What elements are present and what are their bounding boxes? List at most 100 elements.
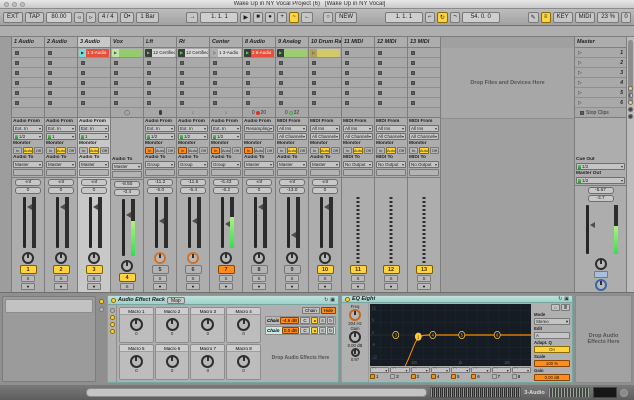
track-activator-button[interactable]: 3 <box>86 265 103 274</box>
band-toggle[interactable]: 1 <box>370 374 389 379</box>
arm-button[interactable]: ● <box>384 283 398 290</box>
solo-button[interactable]: S <box>87 275 101 282</box>
cue-out-select[interactable]: 1/2▾ <box>576 163 625 170</box>
input-type-select[interactable]: Ext. In▾ <box>178 125 208 132</box>
clip-stop-button[interactable] <box>312 101 316 105</box>
clip-stop-button[interactable] <box>180 101 184 105</box>
scene-slot[interactable]: ▷2 <box>575 58 626 68</box>
delay-toggle-icon[interactable] <box>628 114 633 119</box>
fader-lane[interactable] <box>144 195 176 250</box>
fader-lane[interactable] <box>276 195 308 250</box>
clip-slot[interactable] <box>111 58 143 68</box>
chain-row-2[interactable]: Chain0.0 dBC◂S↻ <box>265 326 336 335</box>
track-header[interactable]: Center <box>210 37 242 48</box>
clip-slot[interactable] <box>342 98 374 108</box>
track-header[interactable]: 1 Audio <box>12 37 44 48</box>
band-filter-select[interactable]: ⌒▾ <box>492 367 511 373</box>
volume-value-box[interactable]: 0 <box>246 187 272 194</box>
chain-volume[interactable]: 0.0 dB <box>282 327 299 334</box>
track-activator-button[interactable]: 2 <box>53 265 70 274</box>
track-header[interactable]: 13 MIDI <box>408 37 440 48</box>
sample-overview-waveform[interactable] <box>430 387 521 398</box>
clip-stop-button[interactable] <box>213 81 217 85</box>
clip-stop-button[interactable] <box>345 71 349 75</box>
master-header[interactable]: Master <box>575 37 626 48</box>
clip-stop-button[interactable] <box>411 91 415 95</box>
draw-mode-button[interactable]: ✎ <box>528 12 539 23</box>
clip-slot[interactable] <box>375 48 407 58</box>
volume-value-box[interactable]: 0 <box>81 187 107 194</box>
session-clip[interactable]: ▷ <box>310 49 340 57</box>
pan-knob[interactable] <box>319 252 331 264</box>
clip-stop-button[interactable] <box>279 71 283 75</box>
traffic-lights[interactable] <box>4 2 25 7</box>
clip-slot[interactable] <box>144 78 176 88</box>
monitor-off-button[interactable]: Off <box>232 147 241 154</box>
clip-slot[interactable] <box>309 58 341 68</box>
clip-slot[interactable] <box>276 88 308 98</box>
volume-fader-track[interactable] <box>89 197 92 248</box>
track-activator-button[interactable]: 9 <box>284 265 301 274</box>
input-channel-select[interactable]: 1▾ <box>79 133 109 140</box>
band-filter-select[interactable]: ⌒▾ <box>471 367 490 373</box>
clip-slot[interactable] <box>243 98 275 108</box>
scene-slot[interactable]: ▷4 <box>575 78 626 88</box>
clip-slot[interactable] <box>210 88 242 98</box>
band-toggle[interactable]: 6 <box>471 374 490 379</box>
clip-slot[interactable] <box>12 78 44 88</box>
monitor-auto-button[interactable]: Auto <box>221 147 230 154</box>
input-type-select[interactable]: All Ins▾ <box>376 125 406 132</box>
chain-speaker-icon[interactable]: ◂ <box>311 317 318 324</box>
quantization-menu[interactable]: 1 Bar <box>136 12 158 23</box>
output-gain-value[interactable]: 0.00 dB <box>534 374 570 381</box>
clip-slot[interactable] <box>45 88 77 98</box>
output-type-select[interactable]: Master▾ <box>277 161 307 168</box>
clip-stop-button[interactable] <box>246 101 250 105</box>
track-header[interactable]: 12 MIDI <box>375 37 407 48</box>
session-clip[interactable]: ▶1 3-Audio <box>79 49 109 57</box>
clip-stop-button[interactable] <box>279 101 283 105</box>
monitor-off-button[interactable]: Off <box>166 147 175 154</box>
chain-pan[interactable]: C <box>300 317 310 324</box>
clip-stop-button[interactable] <box>378 61 382 65</box>
clip-stop-button[interactable] <box>48 71 52 75</box>
clip-slot[interactable]: ▶12 Certified <box>144 48 176 58</box>
pan-knob[interactable] <box>253 252 265 264</box>
solo-button[interactable]: S <box>351 275 365 282</box>
rack-toggle-icon-4[interactable] <box>110 329 115 334</box>
monitor-in-button[interactable]: In <box>79 147 88 154</box>
clip-play-icon[interactable]: ▷ <box>310 49 317 57</box>
track-header[interactable]: Rt <box>177 37 209 48</box>
input-channel-select[interactable]: All Channels▾ <box>343 133 373 140</box>
adapt-q-toggle[interactable]: On <box>534 346 570 353</box>
eq-band-3[interactable]: ⌒▾3 <box>411 367 430 381</box>
clip-slot[interactable] <box>12 98 44 108</box>
volume-value-box[interactable]: -6.2 <box>213 187 239 194</box>
monitor-in-button[interactable]: In <box>145 147 154 154</box>
band-on-checkbox[interactable] <box>431 374 436 379</box>
clip-play-icon[interactable]: ▶ <box>178 49 185 57</box>
track-activator-button[interactable]: 10 <box>317 265 334 274</box>
punch-in-button[interactable]: ⌐ <box>425 12 435 23</box>
monitor-in-button[interactable]: In <box>178 147 187 154</box>
clip-stop-button[interactable] <box>81 101 85 105</box>
fader-lane[interactable] <box>111 197 143 258</box>
clip-stop-button[interactable] <box>147 91 151 95</box>
clip-stop-button[interactable] <box>180 71 184 75</box>
input-type-select[interactable]: Ext. In▾ <box>46 125 76 132</box>
clip-stop-button[interactable] <box>15 91 19 95</box>
clip-stop-button[interactable] <box>213 61 217 65</box>
clip-slot[interactable]: ▶ <box>276 48 308 58</box>
stop-button[interactable]: ■ <box>253 12 263 23</box>
clip-stop-button[interactable] <box>180 91 184 95</box>
clip-stop-button[interactable] <box>378 81 382 85</box>
output-type-select[interactable]: Master▾ <box>13 161 43 168</box>
input-type-select[interactable]: All Ins▾ <box>343 125 373 132</box>
clip-slot[interactable] <box>375 68 407 78</box>
midi-map-button[interactable]: MIDI <box>575 12 596 23</box>
track-header[interactable]: 2 Audio <box>45 37 77 48</box>
arm-button[interactable]: ● <box>153 283 167 290</box>
output-type-select[interactable]: No Output▾ <box>376 161 406 168</box>
record-button[interactable]: ● <box>265 12 275 23</box>
band-toggle[interactable]: 2 <box>390 374 409 379</box>
